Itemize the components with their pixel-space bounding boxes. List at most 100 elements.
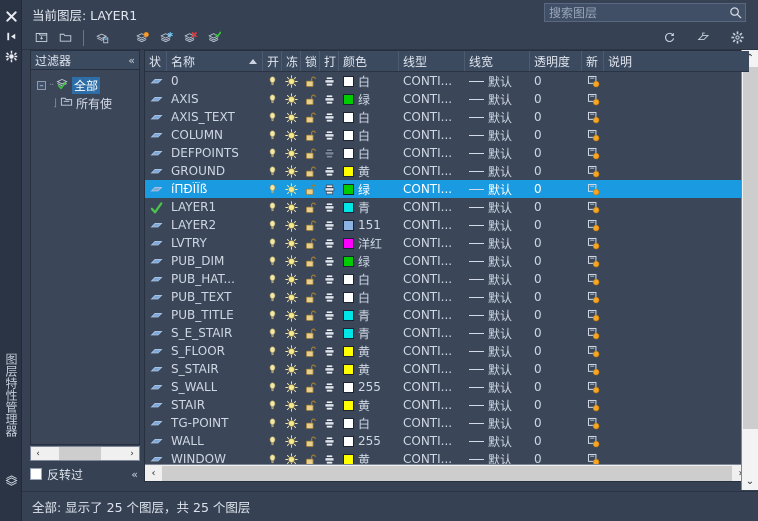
cell-layer-color[interactable]: 白 (339, 108, 399, 126)
cell-layer-linetype[interactable]: CONTI... (399, 90, 465, 108)
column-header-description[interactable]: 说明 (604, 51, 749, 71)
table-row[interactable]: PUB_TEXT 白 CONTI... 默认 0 (145, 288, 749, 306)
cell-layer-color[interactable]: 绿 (339, 252, 399, 270)
cell-layer-description[interactable] (604, 306, 749, 324)
table-row[interactable]: AXIS_TEXT 白 CONTI... 默认 0 (145, 108, 749, 126)
table-row[interactable]: GROUND 黄 CONTI... 默认 0 (145, 162, 749, 180)
cell-new-vp-freeze[interactable] (582, 162, 604, 180)
column-header-status[interactable]: 状 (145, 51, 167, 71)
cell-layer-plot-toggle[interactable] (320, 198, 339, 216)
cell-new-vp-freeze[interactable] (582, 270, 604, 288)
cell-layer-name[interactable]: AXIS (167, 90, 263, 108)
table-row[interactable]: PUB_HAT... 白 CONTI... 默认 0 (145, 270, 749, 288)
cell-layer-name[interactable]: LAYER1 (167, 198, 263, 216)
cell-layer-lineweight[interactable]: 默认 (465, 108, 530, 126)
gear-icon[interactable] (726, 27, 748, 48)
cell-layer-plot-toggle[interactable] (320, 414, 339, 432)
cell-new-vp-freeze[interactable] (582, 324, 604, 342)
cell-layer-color[interactable]: 青 (339, 306, 399, 324)
cell-layer-plot-toggle[interactable] (320, 288, 339, 306)
cell-layer-linetype[interactable]: CONTI... (399, 378, 465, 396)
cell-new-vp-freeze[interactable] (582, 234, 604, 252)
cell-layer-linetype[interactable]: CONTI... (399, 198, 465, 216)
cell-layer-description[interactable] (604, 432, 749, 450)
color-swatch[interactable] (343, 237, 354, 249)
cell-layer-freeze-toggle[interactable] (282, 162, 301, 180)
cell-layer-linetype[interactable]: CONTI... (399, 360, 465, 378)
scroll-left-arrow-icon[interactable]: ‹ (145, 466, 162, 481)
cell-layer-on-toggle[interactable] (263, 414, 282, 432)
cell-layer-lineweight[interactable]: 默认 (465, 306, 530, 324)
color-swatch[interactable] (343, 75, 354, 87)
table-row[interactable]: WALL 255 CONTI... 默认 0 (145, 432, 749, 450)
cell-layer-color[interactable]: 绿 (339, 90, 399, 108)
cell-layer-plot-toggle[interactable] (320, 270, 339, 288)
cell-layer-description[interactable] (604, 180, 749, 198)
cell-layer-name[interactable]: S_WALL (167, 378, 263, 396)
vertical-scroll-thumb[interactable] (742, 67, 758, 429)
cell-layer-linetype[interactable]: CONTI... (399, 144, 465, 162)
cell-layer-plot-toggle[interactable] (320, 252, 339, 270)
cell-layer-freeze-toggle[interactable] (282, 108, 301, 126)
cell-layer-color[interactable]: 白 (339, 270, 399, 288)
cell-new-vp-freeze[interactable] (582, 72, 604, 90)
cell-layer-lock-toggle[interactable] (301, 288, 320, 306)
table-row[interactable]: COLUMN 白 CONTI... 默认 0 (145, 126, 749, 144)
cell-layer-lineweight[interactable]: 默认 (465, 216, 530, 234)
cell-layer-lineweight[interactable]: 默认 (465, 270, 530, 288)
cell-layer-freeze-toggle[interactable] (282, 270, 301, 288)
cell-layer-plot-toggle[interactable] (320, 72, 339, 90)
cell-layer-on-toggle[interactable] (263, 288, 282, 306)
cell-layer-lineweight[interactable]: 默认 (465, 360, 530, 378)
cell-layer-transparency[interactable]: 0 (530, 270, 582, 288)
color-swatch[interactable] (343, 399, 354, 411)
cell-layer-lock-toggle[interactable] (301, 252, 320, 270)
cell-layer-freeze-toggle[interactable] (282, 144, 301, 162)
cell-layer-plot-toggle[interactable] (320, 216, 339, 234)
cell-layer-freeze-toggle[interactable] (282, 252, 301, 270)
cell-layer-description[interactable] (604, 288, 749, 306)
cell-layer-transparency[interactable]: 0 (530, 396, 582, 414)
color-swatch[interactable] (343, 219, 354, 231)
cell-status[interactable] (145, 162, 167, 180)
new-group-filter-button[interactable] (54, 27, 76, 48)
cell-status[interactable] (145, 414, 167, 432)
scroll-right-arrow-icon[interactable]: › (125, 447, 139, 460)
grid-scroll-thumb[interactable] (162, 465, 732, 481)
color-swatch[interactable] (343, 93, 354, 105)
table-row[interactable]: DEFPOINTS 白 CONTI... 默认 0 (145, 144, 749, 162)
chevron-left-icon[interactable]: « (131, 468, 140, 481)
cell-layer-lock-toggle[interactable] (301, 306, 320, 324)
layers-icon[interactable] (0, 470, 22, 490)
color-swatch[interactable] (343, 255, 354, 267)
column-header-plot[interactable]: 打 (320, 51, 339, 71)
color-swatch[interactable] (343, 165, 354, 177)
cell-layer-description[interactable] (604, 90, 749, 108)
cell-layer-name[interactable]: COLUMN (167, 126, 263, 144)
color-swatch[interactable] (343, 327, 354, 339)
cell-layer-lineweight[interactable]: 默认 (465, 324, 530, 342)
cell-layer-transparency[interactable]: 0 (530, 234, 582, 252)
cell-layer-color[interactable]: 绿 (339, 180, 399, 198)
color-swatch[interactable] (343, 273, 354, 285)
cell-layer-transparency[interactable]: 0 (530, 288, 582, 306)
filters-scroll-thumb[interactable] (59, 447, 101, 460)
invert-filter-checkbox[interactable] (30, 468, 42, 480)
cell-layer-name[interactable]: S_E_STAIR (167, 324, 263, 342)
cell-layer-lock-toggle[interactable] (301, 180, 320, 198)
cell-status[interactable] (145, 270, 167, 288)
color-swatch[interactable] (343, 435, 354, 447)
cell-layer-color[interactable]: 白 (339, 144, 399, 162)
cell-layer-description[interactable] (604, 162, 749, 180)
cell-layer-freeze-toggle[interactable] (282, 216, 301, 234)
cell-layer-color[interactable]: 洋红 (339, 234, 399, 252)
cell-layer-color[interactable]: 黄 (339, 450, 399, 465)
cell-layer-description[interactable] (604, 216, 749, 234)
cell-layer-color[interactable]: 青 (339, 324, 399, 342)
cell-layer-lineweight[interactable]: 默认 (465, 90, 530, 108)
color-swatch[interactable] (343, 363, 354, 375)
cell-layer-lineweight[interactable]: 默认 (465, 342, 530, 360)
cell-new-vp-freeze[interactable] (582, 108, 604, 126)
search-icon[interactable] (725, 4, 745, 21)
cell-layer-plot-toggle[interactable] (320, 234, 339, 252)
